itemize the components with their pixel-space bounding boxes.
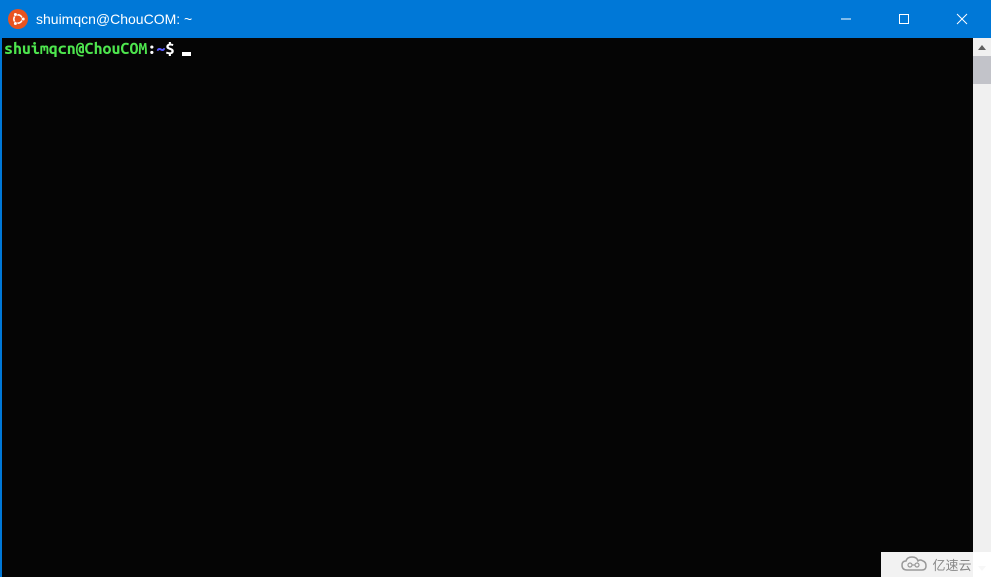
window-border-left (0, 38, 2, 577)
terminal-body[interactable]: shuimqcn@ChouCOM:~$ (2, 38, 973, 577)
watermark: 亿速云 (881, 552, 991, 577)
prompt-symbol: $ (165, 40, 174, 58)
close-button[interactable] (933, 0, 991, 38)
terminal-cursor (182, 52, 191, 56)
scroll-up-arrow-icon[interactable] (973, 38, 991, 56)
prompt-separator: : (147, 40, 156, 58)
prompt-user-host: shuimqcn@ChouCOM (4, 40, 147, 58)
watermark-text: 亿速云 (932, 555, 971, 574)
vertical-scrollbar[interactable] (973, 38, 991, 577)
maximize-button[interactable] (875, 0, 933, 38)
window-titlebar[interactable]: shuimqcn@ChouCOM: ~ (0, 0, 991, 38)
terminal-container: shuimqcn@ChouCOM:~$ (0, 38, 991, 577)
ubuntu-icon (8, 9, 28, 29)
window-controls (817, 0, 991, 38)
scroll-track[interactable] (973, 56, 991, 559)
prompt-path: ~ (156, 40, 165, 58)
cloud-icon (900, 556, 928, 574)
scroll-thumb[interactable] (973, 56, 991, 84)
minimize-button[interactable] (817, 0, 875, 38)
window-title: shuimqcn@ChouCOM: ~ (36, 11, 192, 27)
titlebar-left: shuimqcn@ChouCOM: ~ (8, 9, 192, 29)
prompt-line: shuimqcn@ChouCOM:~$ (4, 40, 971, 58)
